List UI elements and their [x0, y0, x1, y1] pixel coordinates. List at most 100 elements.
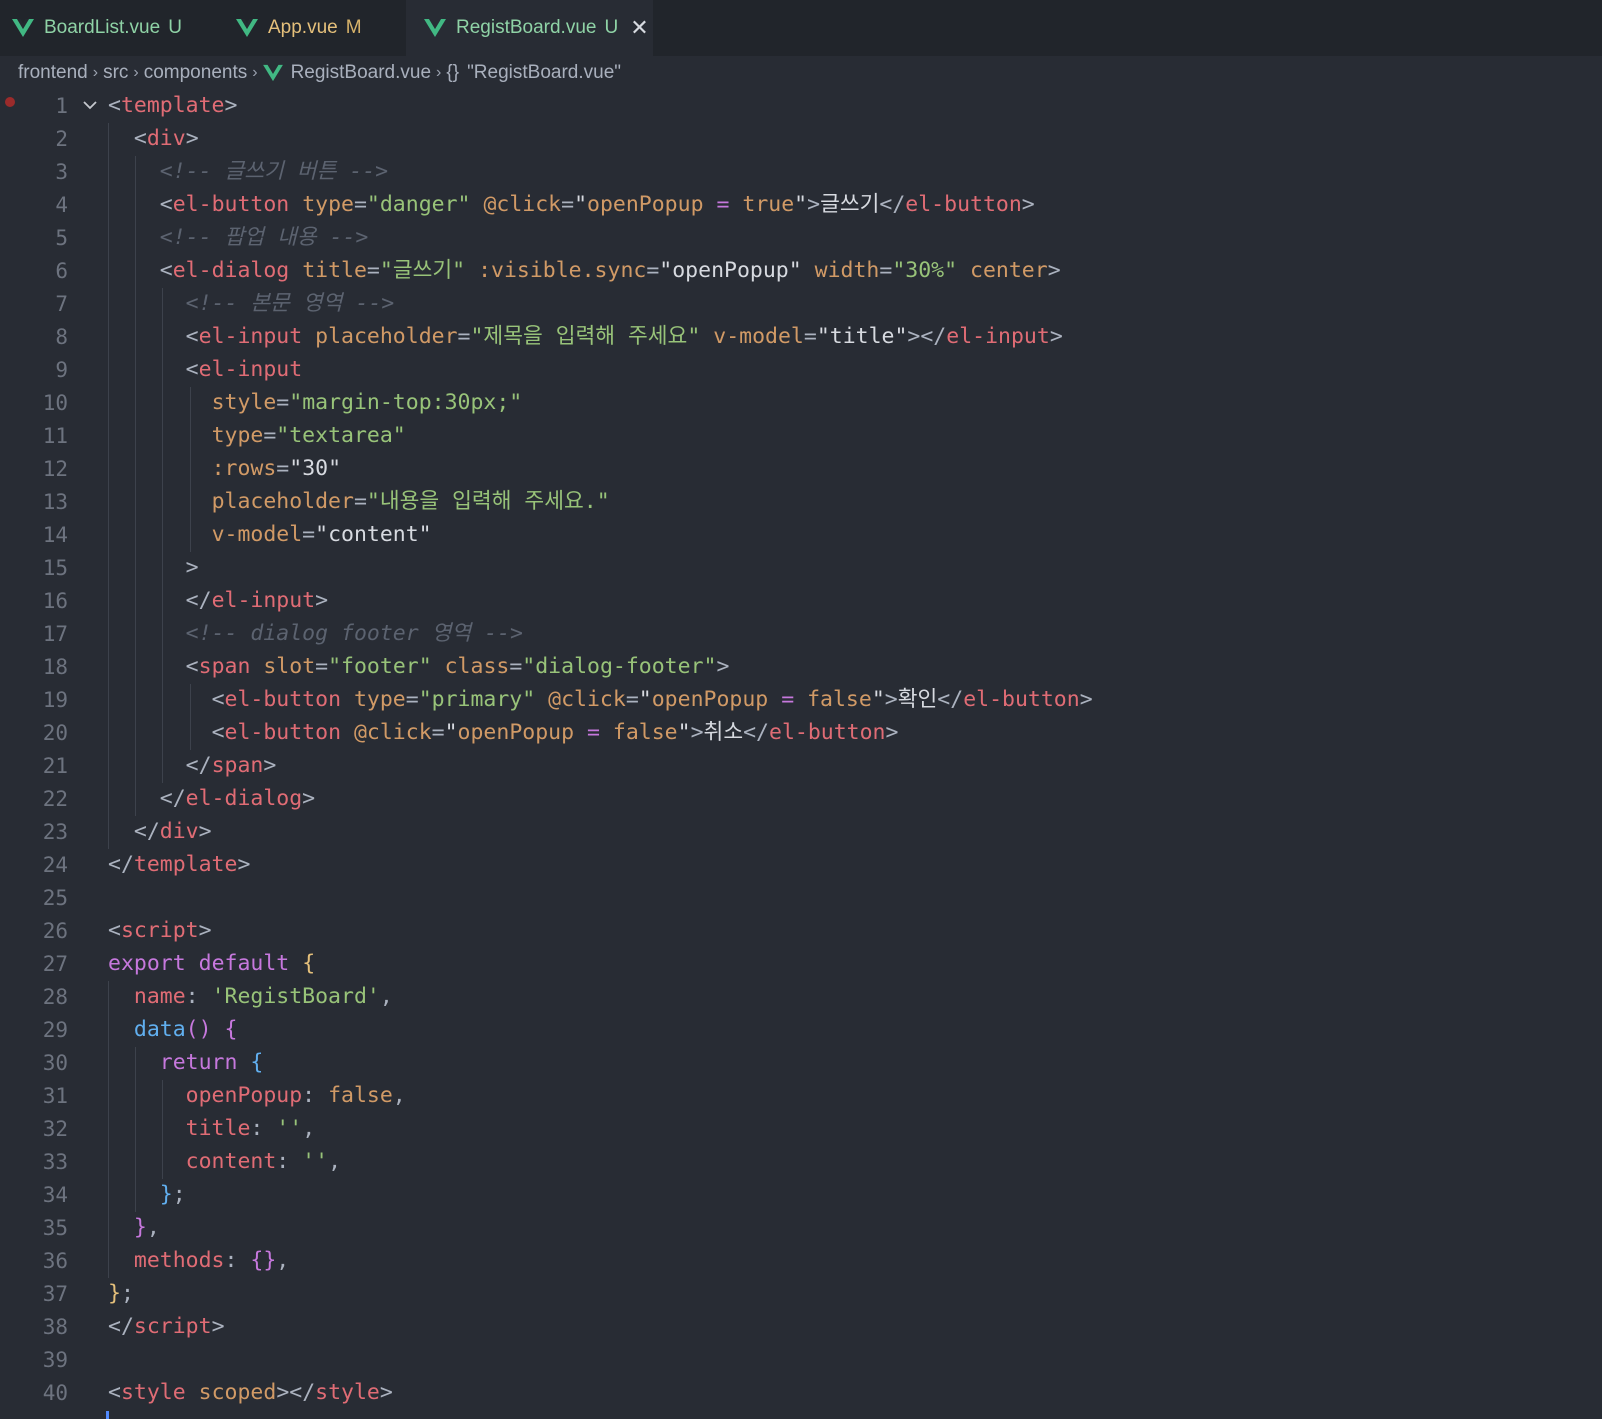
line-number: 22 [42, 787, 68, 811]
line-number: 17 [42, 622, 68, 646]
line-number: 34 [42, 1183, 68, 1207]
tab-label: RegistBoard.vue [456, 17, 597, 38]
code-text: <!-- 본문 영역 --> [185, 291, 395, 316]
code-line[interactable]: 15 > [0, 552, 1602, 585]
line-number: 31 [42, 1084, 68, 1108]
breadcrumb-item[interactable]: frontend [18, 62, 88, 84]
code-text: type="textarea" [211, 423, 406, 448]
code-text: </template> [108, 852, 251, 877]
vue-file-icon [12, 19, 34, 37]
object-braces-icon: {} [446, 62, 460, 83]
code-line[interactable]: 26 <script> [0, 915, 1602, 948]
code-line[interactable]: 25 [0, 882, 1602, 915]
line-number: 16 [42, 589, 68, 613]
line-number: 39 [42, 1348, 68, 1372]
code-line[interactable]: 9 <el-input [0, 354, 1602, 387]
code-line[interactable]: 21 </span> [0, 750, 1602, 783]
code-text: </span> [185, 753, 277, 778]
code-text: </el-input> [185, 588, 329, 613]
code-line[interactable]: 17 <!-- dialog footer 영역 --> [0, 618, 1602, 651]
code-text: <!-- 팝업 내용 --> [159, 225, 369, 250]
code-line[interactable]: 36 methods: {}, [0, 1245, 1602, 1278]
code-text: <el-input [185, 357, 303, 382]
code-line[interactable]: 20 <el-button @click="openPopup = false"… [0, 717, 1602, 750]
tab-app[interactable]: App.vue M [218, 0, 406, 56]
line-number: 9 [55, 358, 68, 382]
line-number: 15 [42, 556, 68, 580]
code-line[interactable]: 38 </script> [0, 1311, 1602, 1344]
code-line[interactable]: 13 placeholder="내용을 입력해 주세요." [0, 486, 1602, 519]
code-line[interactable]: 11 type="textarea" [0, 420, 1602, 453]
line-number: 26 [42, 919, 68, 943]
breadcrumb: frontend › src › components › RegistBoar… [18, 58, 621, 88]
line-number: 38 [42, 1315, 68, 1339]
chevron-right-icon: › [133, 64, 139, 81]
line-number: 2 [55, 127, 68, 151]
code-line[interactable]: 6 <el-dialog title="글쓰기" :visible.sync="… [0, 255, 1602, 288]
code-line[interactable]: 16 </el-input> [0, 585, 1602, 618]
breakpoint-dot-icon[interactable] [5, 97, 15, 107]
code-text: </script> [108, 1314, 225, 1339]
code-editor[interactable]: 1 <template> 2 <div> 3 <!-- 글쓰기 버튼 --> 4 <el… [0, 90, 1602, 1418]
line-number: 28 [42, 985, 68, 1009]
line-number: 19 [42, 688, 68, 712]
tab-boardlist[interactable]: BoardList.vue U [0, 0, 218, 56]
code-line[interactable]: 35 }, [0, 1212, 1602, 1245]
code-line[interactable]: 14 v-model="content" [0, 519, 1602, 552]
code-text: </div> [133, 819, 212, 844]
code-line[interactable]: 3 <!-- 글쓰기 버튼 --> [0, 156, 1602, 189]
line-number: 5 [55, 226, 68, 250]
code-line[interactable]: 40 <style scoped></style> [0, 1377, 1602, 1410]
code-text: :rows="30" [211, 456, 342, 481]
code-line[interactable]: 31 openPopup: false, [0, 1080, 1602, 1113]
breadcrumb-item[interactable]: src [103, 62, 128, 84]
line-number: 33 [42, 1150, 68, 1174]
line-number: 4 [55, 193, 68, 217]
code-line[interactable]: 30 return { [0, 1047, 1602, 1080]
code-text: <el-button type="danger" @click="openPop… [159, 192, 1035, 217]
tab-registboard-active[interactable]: RegistBoard.vue U ✕ [406, 0, 653, 56]
code-text: style="margin-top:30px;" [211, 390, 523, 415]
code-line[interactable]: 28 name: 'RegistBoard', [0, 981, 1602, 1014]
line-number: 23 [42, 820, 68, 844]
code-line[interactable]: 5 <!-- 팝업 내용 --> [0, 222, 1602, 255]
code-text: return { [159, 1050, 264, 1075]
line-number: 13 [42, 490, 68, 514]
close-tab-icon[interactable]: ✕ [630, 17, 648, 39]
code-line[interactable]: 34 }; [0, 1179, 1602, 1212]
code-line[interactable]: 4 <el-button type="danger" @click="openP… [0, 189, 1602, 222]
code-line[interactable]: 27 export default { [0, 948, 1602, 981]
code-line[interactable]: 8 <el-input placeholder="제목을 입력해 주세요" v-… [0, 321, 1602, 354]
line-number: 35 [42, 1216, 68, 1240]
code-text: <el-input placeholder="제목을 입력해 주세요" v-mo… [185, 324, 1063, 349]
vue-file-icon [262, 64, 283, 82]
line-number: 25 [42, 886, 68, 910]
breadcrumb-item[interactable]: components [144, 62, 248, 84]
code-text: <el-button type="primary" @click="openPo… [211, 687, 1093, 712]
code-line[interactable]: 37}; [0, 1278, 1602, 1311]
code-line[interactable]: 18 <span slot="footer" class="dialog-foo… [0, 651, 1602, 684]
breadcrumb-item[interactable]: "RegistBoard.vue" [467, 62, 621, 84]
code-line[interactable]: 22 </el-dialog> [0, 783, 1602, 816]
code-line[interactable]: 12 :rows="30" [0, 453, 1602, 486]
code-line[interactable]: 39 [0, 1344, 1602, 1377]
code-text: <style scoped></style> [108, 1380, 393, 1405]
code-line[interactable]: 2 <div> [0, 123, 1602, 156]
line-number: 14 [42, 523, 68, 547]
code-line[interactable]: 33 content: '', [0, 1146, 1602, 1179]
code-line[interactable]: 7 <!-- 본문 영역 --> [0, 288, 1602, 321]
line-number: 40 [42, 1381, 68, 1405]
line-number: 7 [55, 292, 68, 316]
code-text: export default { [108, 951, 316, 976]
code-line[interactable]: 32 title: '', [0, 1113, 1602, 1146]
code-line[interactable]: 23 </div> [0, 816, 1602, 849]
code-text: placeholder="내용을 입력해 주세요." [211, 489, 610, 514]
code-line[interactable]: 10 style="margin-top:30px;" [0, 387, 1602, 420]
code-line[interactable]: 1 <template> [0, 90, 1602, 123]
code-line[interactable]: 24 </template> [0, 849, 1602, 882]
code-line[interactable]: 19 <el-button type="primary" @click="ope… [0, 684, 1602, 717]
breadcrumb-item[interactable]: RegistBoard.vue [291, 62, 431, 84]
line-number: 32 [42, 1117, 68, 1141]
fold-chevron-icon[interactable] [82, 97, 98, 113]
code-line[interactable]: 29 data() { [0, 1014, 1602, 1047]
